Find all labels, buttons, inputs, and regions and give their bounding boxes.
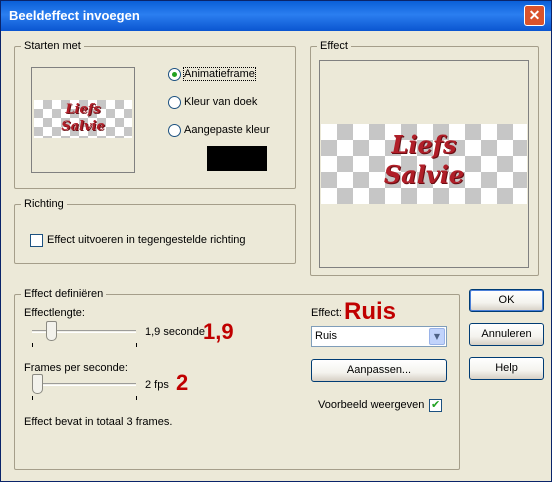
- effect-preview: Liefs Salvie: [319, 60, 529, 268]
- effect-preview-text-1: Liefs: [391, 130, 457, 159]
- annotation-length: 1,9: [203, 319, 234, 344]
- fps-label: Frames per seconde:: [24, 362, 128, 374]
- ok-button[interactable]: OK: [469, 289, 544, 312]
- title-bar[interactable]: Beeldeffect invoegen ✕: [1, 1, 551, 31]
- effect-type-label: Effect:: [311, 307, 342, 319]
- show-preview-checkbox[interactable]: [429, 398, 442, 412]
- effect-length-tick-end: [136, 343, 137, 347]
- radio-animation-frame-label[interactable]: Animatieframe: [183, 67, 256, 81]
- fps-tick-start: [32, 396, 33, 400]
- custom-color-swatch[interactable]: [207, 146, 267, 171]
- cancel-button[interactable]: Annuleren: [469, 323, 544, 346]
- radio-canvas-color-label[interactable]: Kleur van doek: [184, 96, 257, 108]
- fps-value: 2 fps: [145, 379, 169, 391]
- reverse-direction-label[interactable]: Effect uitvoeren in tegengestelde richti…: [47, 234, 246, 246]
- effect-length-value: 1,9 seconde: [145, 326, 205, 338]
- radio-custom-color-label[interactable]: Aangepaste kleur: [184, 124, 270, 136]
- fps-track[interactable]: [32, 383, 136, 386]
- direction-group: Richting Effect uitvoeren in tegengestel…: [14, 198, 296, 264]
- fps-tick-end: [136, 396, 137, 400]
- radio-custom-color[interactable]: [168, 124, 181, 137]
- chevron-down-icon[interactable]: ▼: [429, 328, 445, 345]
- close-icon[interactable]: ✕: [524, 5, 545, 26]
- start-preview-text-1: Liefs: [65, 102, 101, 117]
- dialog-window: Beeldeffect invoegen ✕ Starten met Liefs…: [0, 0, 552, 482]
- start-with-legend: Starten met: [21, 40, 84, 53]
- effect-legend: Effect: [317, 40, 351, 53]
- customize-button[interactable]: Aanpassen...: [311, 359, 447, 382]
- window-title: Beeldeffect invoegen: [9, 8, 140, 23]
- radio-canvas-color[interactable]: [168, 96, 181, 109]
- direction-legend: Richting: [21, 198, 67, 211]
- effect-type-value: Ruis: [315, 330, 338, 342]
- start-preview: Liefs Salvie: [31, 67, 135, 173]
- fps-slider[interactable]: [31, 374, 43, 394]
- effect-length-label: Effectlengte:: [24, 307, 85, 319]
- frames-summary: Effect bevat in totaal 3 frames.: [24, 416, 173, 428]
- help-button[interactable]: Help: [469, 357, 544, 380]
- reverse-direction-checkbox[interactable]: [30, 234, 43, 247]
- annotation-fps: 2: [176, 370, 189, 395]
- start-preview-text-2: Salvie: [61, 119, 105, 134]
- define-effect-legend: Effect definiëren: [21, 288, 107, 301]
- show-preview-label[interactable]: Voorbeeld weergeven: [318, 399, 424, 411]
- start-with-group: Starten met Liefs Salvie Animatieframe K…: [14, 40, 296, 189]
- effect-group: Effect Liefs Salvie: [310, 40, 539, 276]
- annotation-effect: Ruis: [344, 298, 397, 325]
- effect-length-tick-start: [32, 343, 33, 347]
- effect-type-select[interactable]: Ruis ▼: [311, 326, 447, 347]
- radio-animation-frame[interactable]: [168, 68, 181, 81]
- effect-preview-text-2: Salvie: [383, 160, 465, 189]
- effect-length-slider[interactable]: [46, 321, 58, 341]
